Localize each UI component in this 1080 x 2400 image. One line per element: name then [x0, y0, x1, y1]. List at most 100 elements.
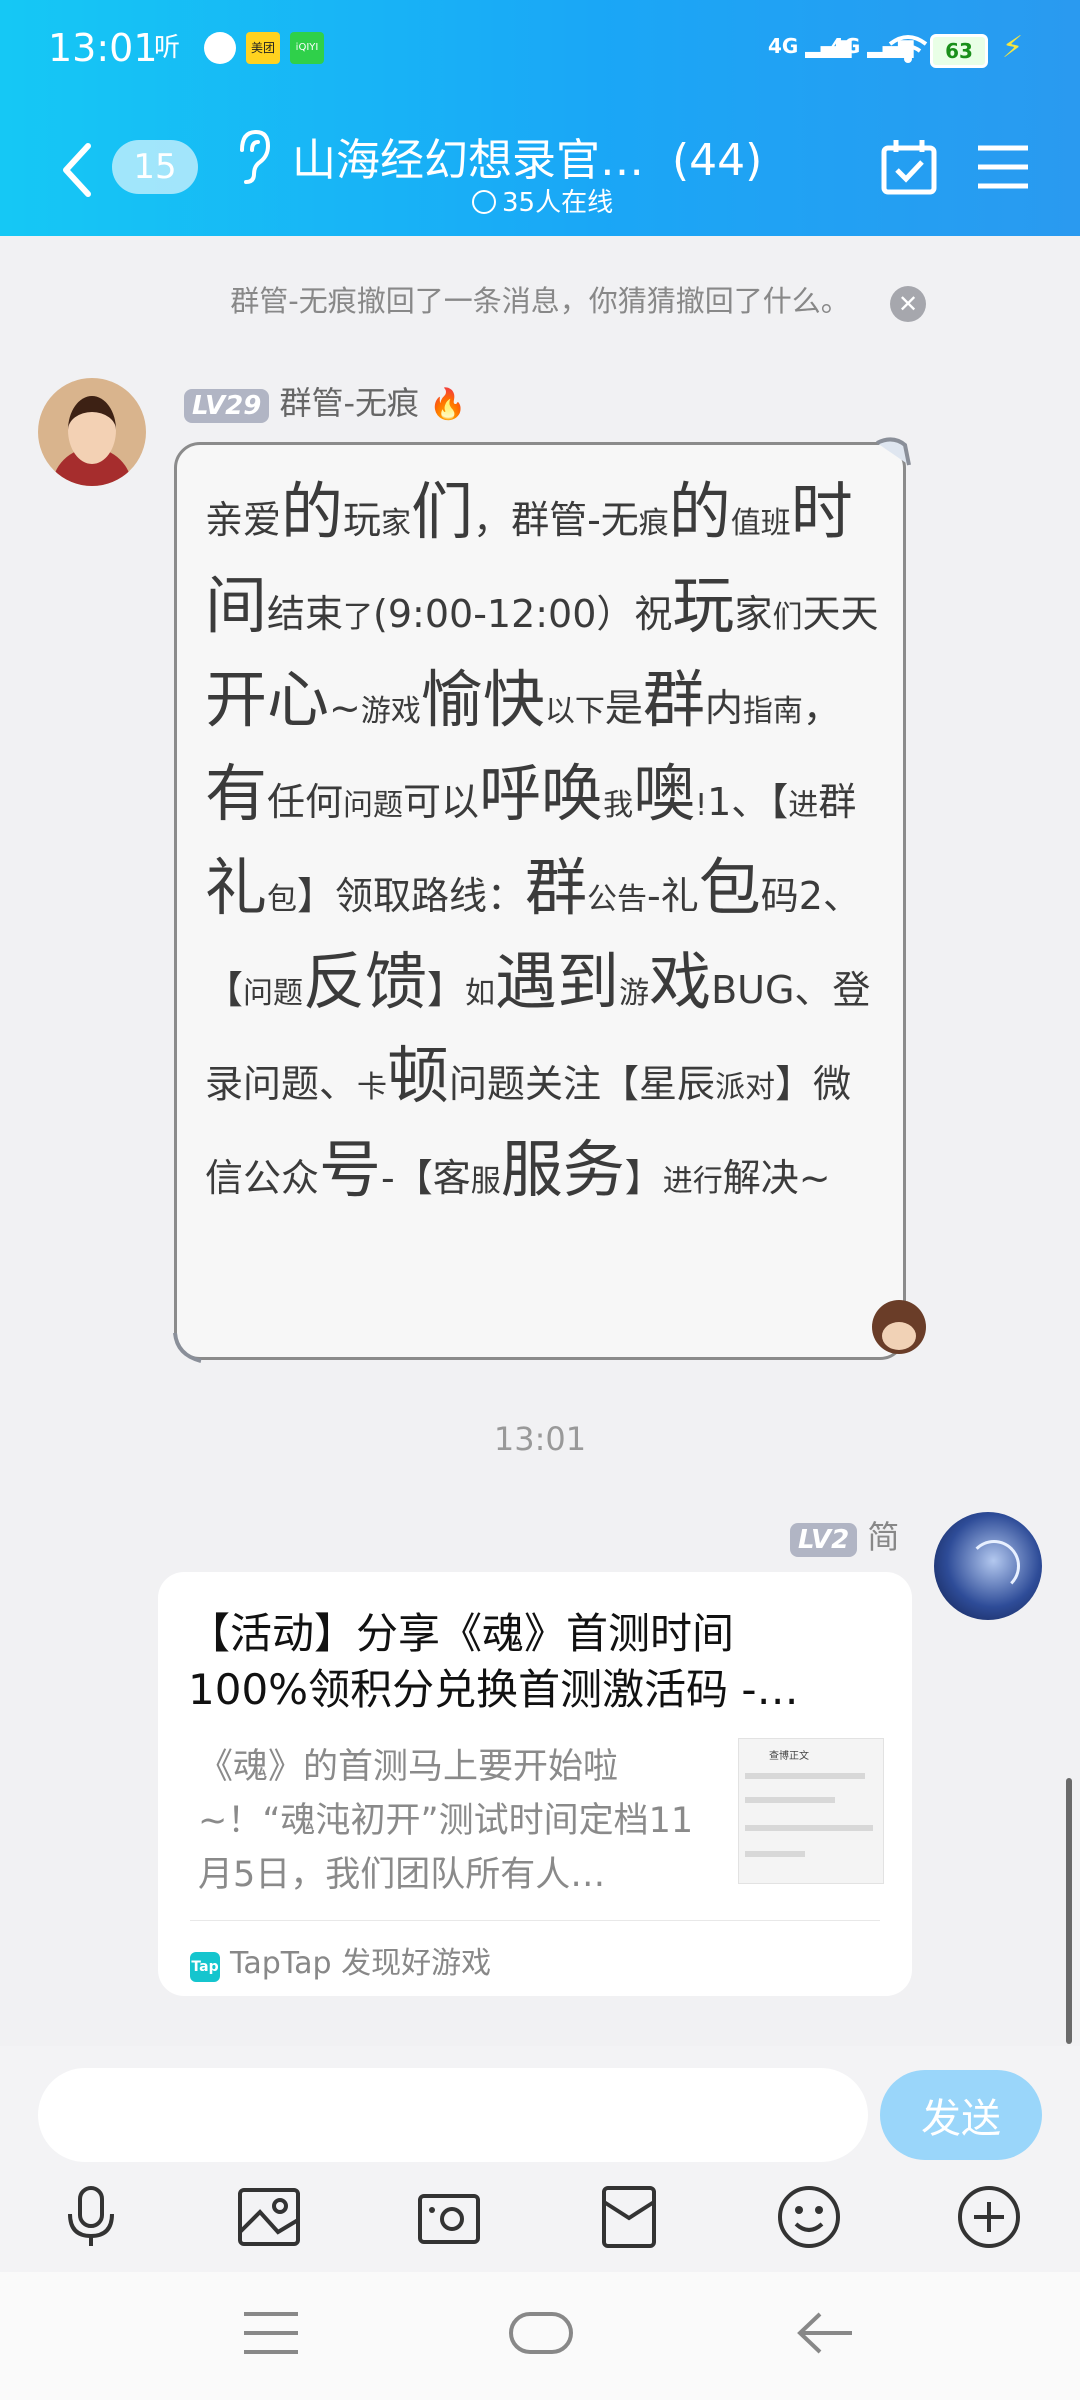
message-text-segment: 反馈	[303, 945, 428, 1018]
message-text-segment: -【客	[381, 1156, 471, 1200]
message-input[interactable]	[38, 2068, 868, 2162]
card-thumbnail: 查博正文	[738, 1738, 884, 1884]
message-text-segment: 游戏	[360, 694, 421, 729]
message-text-segment: -礼	[647, 874, 699, 918]
close-icon[interactable]: ✕	[890, 286, 926, 322]
message-text-segment: 愉快	[420, 663, 545, 736]
message-text-segment: 问题	[343, 788, 404, 823]
message-text-segment: 号	[319, 1133, 382, 1206]
home-icon[interactable]	[508, 2308, 574, 2358]
back-nav-icon[interactable]	[796, 2308, 856, 2358]
message-text-segment: 问题	[449, 1062, 526, 1106]
mic-icon[interactable]	[56, 2182, 126, 2252]
input-area: 发送	[0, 2046, 1080, 2272]
message-text-segment: 指南	[742, 694, 803, 729]
level-badge: LV29	[184, 389, 270, 423]
card-description: 《魂》的首测马上要开始啦~！“魂沌初开”测试时间定档11月5日，我们团队所有人…	[198, 1747, 694, 1895]
plus-icon[interactable]	[954, 2182, 1024, 2252]
message-text-segment: 有	[205, 757, 268, 830]
message-text-segment: 任何	[267, 780, 344, 824]
message-text-segment: 】	[427, 968, 466, 1012]
message-text-segment: 亲爱	[205, 498, 282, 542]
status-bar: 13:01 听 美团 iQIYI 4G ▂▄▆ 4G ▂▄▆ 63 ⚡	[0, 0, 1080, 100]
message-text-segment: 家	[381, 506, 412, 541]
admin-sender-info: LV29 群管-无痕 🔥	[184, 378, 467, 424]
shared-link-card[interactable]: 【活动】分享《魂》首测时间 100%领积分兑换首测激活码 -… 《魂》的首测马上…	[158, 1572, 912, 1996]
message-text-segment: 游	[619, 976, 650, 1011]
message-text-segment: 1、【	[707, 780, 789, 824]
level-badge: LV2	[790, 1523, 858, 1557]
message-text-segment: 班	[760, 506, 791, 541]
online-icon	[472, 190, 496, 214]
message-text-segment: 礼	[205, 851, 268, 924]
message-text-segment: 服	[470, 1164, 501, 1199]
message-text-segment: 服务	[500, 1133, 625, 1206]
nav-bar: 15 山海经幻想录官… (44) 35人在线	[0, 120, 1080, 220]
message-text-segment: 值	[730, 506, 761, 541]
card-source: Tap TapTap 发现好游戏	[190, 1946, 492, 1982]
admin-avatar[interactable]	[38, 378, 146, 486]
calendar-check-icon[interactable]	[880, 138, 938, 196]
message-text-segment: 呼唤	[479, 757, 604, 830]
message-text-segment: 群	[642, 663, 705, 736]
system-navigation-bar	[0, 2272, 1080, 2400]
message-text-segment: 关注【星辰	[525, 1062, 716, 1106]
recent-apps-icon[interactable]	[242, 2308, 300, 2358]
image-icon[interactable]	[234, 2182, 304, 2252]
message-text-segment: !	[695, 788, 708, 823]
bubble-corner-deco-icon	[876, 437, 911, 466]
message-text-segment: 遇到	[495, 945, 620, 1018]
message-text-segment: 派对	[715, 1070, 776, 1105]
sender-name: 简	[867, 1518, 900, 1556]
message-text-segment: 顿	[387, 1039, 450, 1112]
my-avatar[interactable]	[934, 1512, 1042, 1620]
message-text-segment: 可以	[403, 780, 480, 824]
message-text-segment: 的	[668, 475, 731, 548]
fire-icon: 🔥	[429, 387, 467, 422]
charging-icon: ⚡	[1002, 30, 1024, 65]
wifi-icon	[888, 35, 928, 63]
message-text-segment: 们	[411, 475, 474, 548]
message-text-segment: 家	[734, 592, 773, 636]
message-text-segment: 噢	[633, 757, 696, 830]
message-text-segment: 群	[525, 851, 588, 924]
menu-icon[interactable]	[976, 142, 1030, 192]
bubble-character-sticker	[872, 1300, 926, 1354]
message-text-segment: 结束	[267, 592, 344, 636]
message-text-segment: ，群管-无	[473, 498, 639, 542]
message-text-segment: ，	[802, 686, 841, 730]
admin-message-bubble[interactable]: 亲爱的玩家们，群管-无痕的值班时间结束了(9:00-12:00）祝玩家们天天开心…	[173, 437, 911, 1363]
message-text-segment: 】	[624, 1156, 663, 1200]
message-text-segment: 的	[281, 475, 344, 548]
message-text-segment: 】领取路线：	[297, 874, 526, 918]
member-count: (44)	[672, 135, 763, 186]
message-text-segment: 包	[698, 851, 761, 924]
message-text-segment: 码	[760, 874, 799, 918]
message-text-segment: 们	[772, 600, 803, 635]
message-text-segment: 进	[788, 788, 819, 823]
my-sender-info: LV2 简	[790, 1512, 899, 1558]
group-title[interactable]: 山海经幻想录官… (44)	[292, 124, 762, 188]
message-text-segment: 解决~	[722, 1156, 831, 1200]
clock: 13:01	[48, 26, 158, 70]
message-text-segment: 玩	[343, 498, 382, 542]
ear-icon	[240, 129, 271, 184]
message-text-segment: (9:00-12:00）祝	[373, 592, 673, 636]
unread-count-badge[interactable]: 15	[112, 140, 198, 194]
message-text-segment: 问题	[243, 976, 304, 1011]
message-text-segment: 包	[267, 882, 298, 917]
iqiyi-icon: iQIYI	[290, 32, 324, 64]
emoji-icon[interactable]	[774, 2182, 844, 2252]
message-text-segment: 卡	[357, 1070, 388, 1105]
red-packet-icon[interactable]	[594, 2182, 664, 2252]
send-button[interactable]: 发送	[880, 2070, 1042, 2160]
camera-icon[interactable]	[414, 2182, 484, 2252]
sender-name: 群管-无痕	[279, 384, 420, 422]
battery-indicator: 63	[930, 34, 988, 68]
message-text-segment: ~	[329, 686, 361, 730]
message-text-segment: 天天	[802, 592, 879, 636]
meituan-icon: 美团	[246, 32, 280, 64]
back-icon[interactable]	[58, 140, 98, 200]
scrollbar[interactable]	[1066, 1778, 1072, 2044]
message-text-segment: 开心	[205, 663, 330, 736]
